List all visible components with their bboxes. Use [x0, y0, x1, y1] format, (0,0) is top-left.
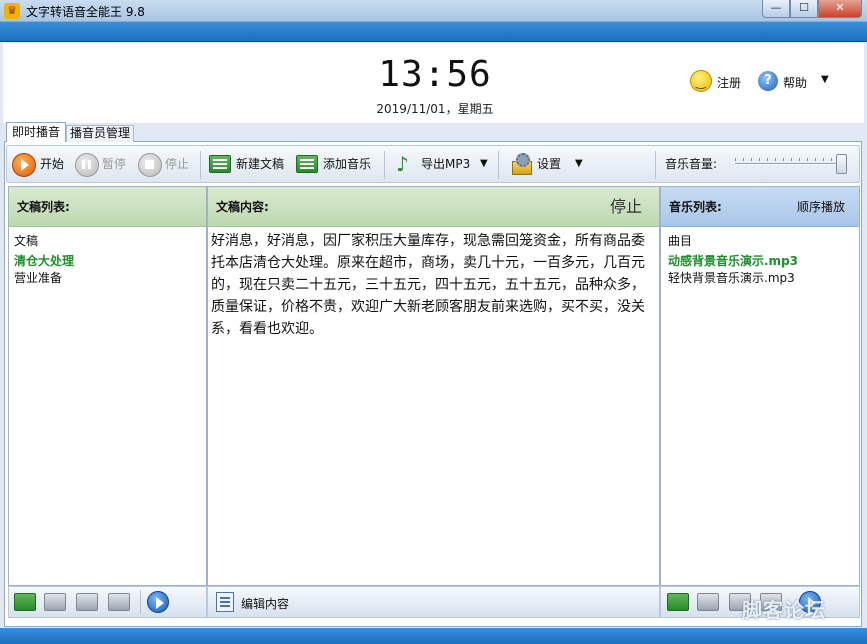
- document-column-header: 文稿: [14, 234, 39, 248]
- toolbar-separator: [384, 151, 385, 179]
- track-column-header: 曲目: [668, 234, 693, 248]
- document-list-title: 文稿列表:: [9, 187, 206, 227]
- edit-document-icon[interactable]: [216, 592, 234, 612]
- add-document-icon[interactable]: [14, 593, 36, 611]
- music-note-icon[interactable]: ♪: [396, 153, 409, 175]
- toolbar-separator: [498, 151, 499, 179]
- bottom-accent-band: [0, 628, 867, 644]
- watermark: 脚客论坛: [742, 598, 826, 622]
- chevron-down-icon[interactable]: ▼: [821, 74, 829, 85]
- volume-slider-track[interactable]: [735, 163, 847, 165]
- settings-icon[interactable]: [510, 153, 532, 175]
- register-button[interactable]: 注册: [717, 74, 741, 91]
- help-button[interactable]: 帮助: [783, 74, 807, 91]
- smiley-icon[interactable]: [690, 70, 712, 92]
- chevron-down-icon[interactable]: ▼: [480, 153, 488, 175]
- move-down-icon[interactable]: [108, 593, 130, 611]
- top-accent-band: [0, 22, 867, 42]
- export-mp3-button[interactable]: 导出MP3: [421, 153, 470, 175]
- toolbar-separator: [655, 151, 656, 179]
- play-document-icon[interactable]: [147, 591, 169, 613]
- tab-live-broadcast[interactable]: 即时播音: [6, 122, 66, 142]
- clock-display: 13:56: [378, 54, 492, 95]
- help-icon[interactable]: ?: [758, 71, 778, 91]
- window-title: 文字转语音全能王 9.8: [26, 5, 145, 19]
- play-mode-button[interactable]: 顺序播放: [797, 187, 845, 227]
- tab-announcer-management[interactable]: 播音员管理: [66, 125, 134, 142]
- list-item[interactable]: 动感背景音乐演示.mp3: [663, 253, 853, 270]
- toolbar-separator: [140, 590, 141, 614]
- close-button[interactable]: ✕: [818, 0, 862, 18]
- pause-button[interactable]: 暂停: [102, 153, 126, 175]
- delete-document-icon[interactable]: [44, 593, 66, 611]
- app-crown-icon: ♛: [4, 3, 20, 19]
- toolbar-separator: [200, 151, 201, 179]
- pause-icon[interactable]: [75, 153, 99, 177]
- stop-icon[interactable]: [138, 153, 162, 177]
- add-music-button[interactable]: 添加音乐: [323, 153, 371, 175]
- delete-music-icon[interactable]: [697, 593, 719, 611]
- play-icon[interactable]: [12, 153, 36, 177]
- add-music-icon[interactable]: [296, 155, 318, 173]
- volume-slider-thumb[interactable]: [836, 154, 847, 174]
- minimize-button[interactable]: —: [762, 0, 790, 18]
- move-up-icon[interactable]: [76, 593, 98, 611]
- stop-button[interactable]: 停止: [165, 153, 189, 175]
- list-item[interactable]: 清仓大处理: [9, 253, 199, 270]
- playback-status: 停止: [610, 197, 643, 216]
- music-volume-label: 音乐音量:: [665, 157, 718, 171]
- list-item[interactable]: 营业准备: [9, 270, 199, 287]
- new-document-button[interactable]: 新建文稿: [236, 153, 284, 175]
- chevron-down-icon[interactable]: ▼: [575, 153, 583, 175]
- start-button[interactable]: 开始: [40, 153, 64, 175]
- volume-slider-ticks: [735, 158, 847, 161]
- date-display: 2019/11/01，星期五: [376, 102, 494, 116]
- settings-button[interactable]: 设置: [537, 153, 561, 175]
- document-text-area[interactable]: 好消息，好消息，因厂家积压大量库存，现急需回笼资金，所有商品委托本店清仓大处理。…: [211, 230, 655, 340]
- edit-content-button[interactable]: 编辑内容: [241, 595, 289, 612]
- list-item[interactable]: 轻快背景音乐演示.mp3: [663, 270, 853, 287]
- document-content-title: 文稿内容:: [208, 187, 659, 227]
- maximize-button[interactable]: ☐: [790, 0, 818, 18]
- new-document-icon[interactable]: [209, 155, 231, 173]
- add-music-icon[interactable]: [667, 593, 689, 611]
